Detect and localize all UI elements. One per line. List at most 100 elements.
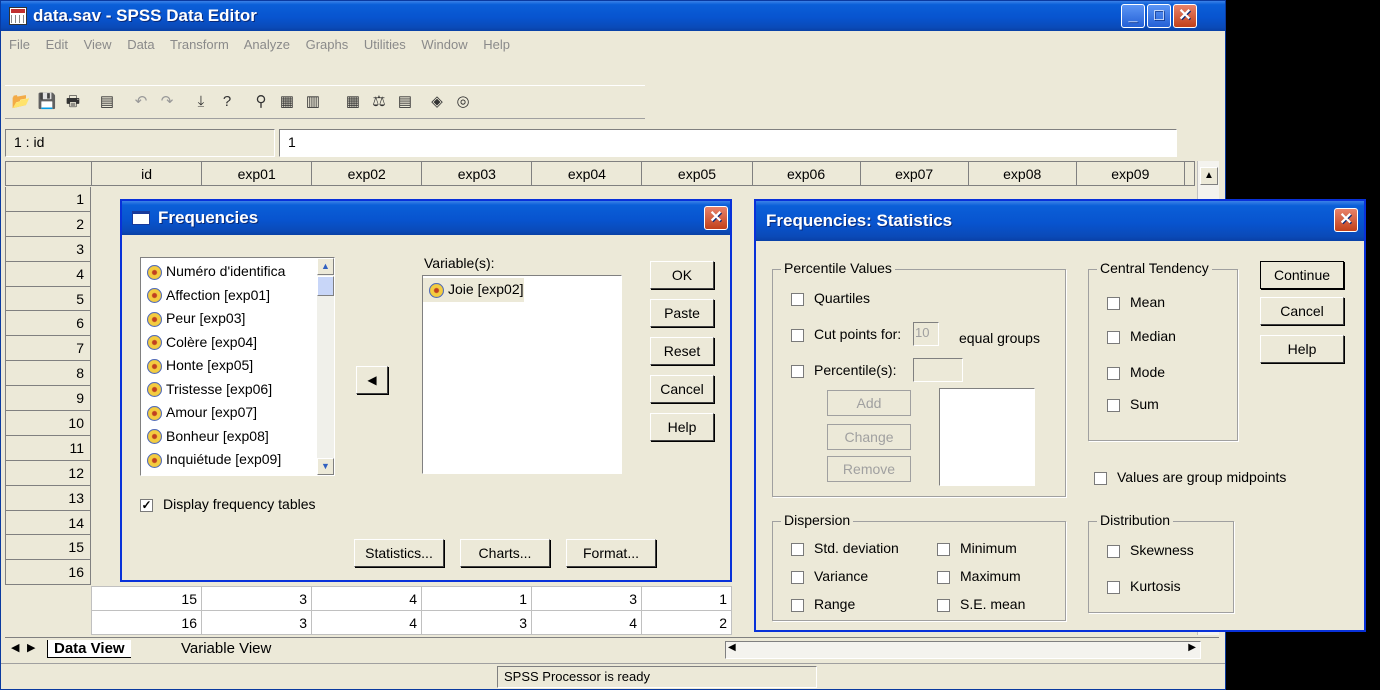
column-header[interactable]: id — [91, 161, 203, 186]
percentiles-checkbox[interactable]: Percentile(s): — [791, 362, 896, 378]
undo-icon[interactable]: ↶ — [129, 91, 153, 113]
list-item[interactable]: Honte [exp05] — [141, 354, 317, 378]
grid-cell[interactable]: 3 — [531, 586, 642, 611]
row-header[interactable]: 9 — [5, 386, 91, 412]
grid-cell[interactable]: 3 — [421, 610, 532, 635]
row-header[interactable]: 8 — [5, 361, 91, 387]
row-header[interactable]: 10 — [5, 411, 91, 436]
grid-cell[interactable]: 3 — [201, 586, 312, 611]
menu-file[interactable]: File — [9, 37, 30, 52]
row-header[interactable]: 13 — [5, 485, 91, 511]
column-header[interactable]: exp08 — [967, 161, 1077, 186]
statistics-button[interactable]: Statistics... — [354, 539, 444, 567]
column-header[interactable]: exp01 — [201, 161, 313, 186]
menu-help[interactable]: Help — [483, 37, 510, 52]
column-header[interactable]: exp05 — [641, 161, 753, 186]
open-icon[interactable]: 📂 — [9, 91, 33, 113]
row-header[interactable]: 15 — [5, 535, 91, 561]
row-header[interactable]: 4 — [5, 261, 91, 287]
main-titlebar[interactable]: data.sav - SPSS Data Editor _ □ ✕ — [1, 1, 1225, 31]
target-variable-list[interactable]: Joie [exp02] — [422, 275, 622, 474]
paste-button[interactable]: Paste — [650, 299, 714, 327]
list-item[interactable]: Affection [exp01] — [141, 284, 317, 308]
variance-checkbox[interactable]: Variance — [791, 568, 868, 584]
minimum-checkbox[interactable]: Minimum — [937, 540, 1017, 556]
grid-cell[interactable]: 15 — [91, 586, 202, 611]
column-header[interactable]: exp07 — [859, 161, 969, 186]
table-row[interactable]: 15 3 4 1 3 1 — [91, 586, 732, 611]
grid-cell[interactable]: 1 — [421, 586, 532, 611]
grid-cell[interactable]: 16 — [91, 610, 202, 635]
menu-window[interactable]: Window — [421, 37, 467, 52]
frequencies-titlebar[interactable]: Frequencies ✕ — [122, 201, 730, 235]
std-deviation-checkbox[interactable]: Std. deviation — [791, 540, 899, 556]
scroll-up-arrow[interactable]: ▲ — [1200, 167, 1218, 185]
continue-button[interactable]: Continue — [1260, 261, 1344, 289]
row-header[interactable]: 5 — [5, 286, 91, 312]
source-scroll-up-icon[interactable]: ▲ — [317, 258, 334, 275]
source-scroll-thumb[interactable] — [317, 276, 334, 296]
quartiles-checkbox[interactable]: Quartiles — [791, 290, 870, 306]
group-midpoints-checkbox[interactable]: Values are group midpoints — [1094, 469, 1286, 485]
tab-scroll-right-icon[interactable]: ▶ — [27, 641, 35, 654]
column-header[interactable]: exp04 — [531, 161, 643, 186]
row-header[interactable]: 16 — [5, 560, 91, 586]
menu-analyze[interactable]: Analyze — [244, 37, 290, 52]
source-list-scrollbar[interactable]: ▲ ▼ — [317, 258, 334, 475]
menu-view[interactable]: View — [84, 37, 112, 52]
dialog-recall-icon[interactable]: ▤ — [95, 91, 119, 113]
cancel-button[interactable]: Cancel — [1260, 297, 1344, 325]
scroll-left-arrow[interactable]: ◀ — [728, 642, 736, 653]
redo-icon[interactable]: ↷ — [155, 91, 179, 113]
skewness-checkbox[interactable]: Skewness — [1107, 542, 1194, 558]
help-button[interactable]: Help — [650, 413, 714, 441]
reset-button[interactable]: Reset — [650, 337, 714, 365]
use-sets-icon[interactable]: ◎ — [451, 91, 475, 113]
print-icon[interactable]: 🖶 — [61, 91, 85, 113]
list-item[interactable]: Joie [exp02] — [423, 278, 524, 302]
row-header[interactable]: 1 — [5, 187, 91, 212]
menu-utilities[interactable]: Utilities — [364, 37, 406, 52]
split-file-icon[interactable]: ▦ — [341, 91, 365, 113]
menu-transform[interactable]: Transform — [170, 37, 229, 52]
source-scroll-down-icon[interactable]: ▼ — [317, 458, 334, 475]
cell-value-editor[interactable]: 1 — [279, 129, 1177, 157]
column-header[interactable]: exp02 — [311, 161, 423, 186]
kurtosis-checkbox[interactable]: Kurtosis — [1107, 578, 1181, 594]
percentile-list[interactable] — [939, 388, 1035, 486]
find-icon[interactable]: ⚲ — [249, 91, 273, 113]
save-icon[interactable]: 💾 — [35, 91, 59, 113]
move-variable-button[interactable]: ◀ — [356, 366, 388, 394]
row-header[interactable]: 7 — [5, 336, 91, 362]
statistics-close-button[interactable]: ✕ — [1334, 208, 1358, 232]
list-item[interactable]: Inquiétude [exp09] — [141, 448, 317, 472]
ok-button[interactable]: OK — [650, 261, 714, 289]
weight-cases-icon[interactable]: ⚖ — [367, 91, 391, 113]
corner-cell[interactable] — [4, 161, 93, 186]
list-item[interactable]: Bonheur [exp08] — [141, 425, 317, 449]
grid-cell[interactable]: 4 — [531, 610, 642, 635]
row-header[interactable]: 2 — [5, 211, 91, 237]
help-button[interactable]: Help — [1260, 335, 1344, 363]
main-close-button[interactable]: ✕ — [1173, 4, 1197, 28]
sum-checkbox[interactable]: Sum — [1107, 396, 1159, 412]
mode-checkbox[interactable]: Mode — [1107, 364, 1165, 380]
row-header[interactable]: 14 — [5, 510, 91, 536]
list-item[interactable]: Peur [exp03] — [141, 307, 317, 331]
row-header[interactable]: 3 — [5, 236, 91, 262]
scroll-right-arrow[interactable]: ▶ — [1188, 642, 1196, 653]
list-item[interactable]: Numéro d'identifica — [141, 260, 317, 284]
tab-scroll-left-icon[interactable]: ◀ — [11, 641, 19, 654]
list-item[interactable]: Colère [exp04] — [141, 331, 317, 355]
tab-data-view[interactable]: Data View — [47, 640, 131, 658]
goto-case-icon[interactable]: ⤓ — [189, 91, 213, 113]
grid-cell[interactable]: 1 — [641, 586, 732, 611]
row-header[interactable]: 11 — [5, 435, 91, 461]
format-button[interactable]: Format... — [566, 539, 656, 567]
frequencies-close-button[interactable]: ✕ — [704, 206, 728, 230]
variables-icon[interactable]: ? — [215, 91, 239, 113]
remove-button[interactable]: Remove — [827, 456, 911, 482]
grid-cell[interactable]: 2 — [641, 610, 732, 635]
charts-button[interactable]: Charts... — [460, 539, 550, 567]
source-variable-list[interactable]: Numéro d'identifica Affection [exp01] Peur… — [140, 257, 335, 476]
